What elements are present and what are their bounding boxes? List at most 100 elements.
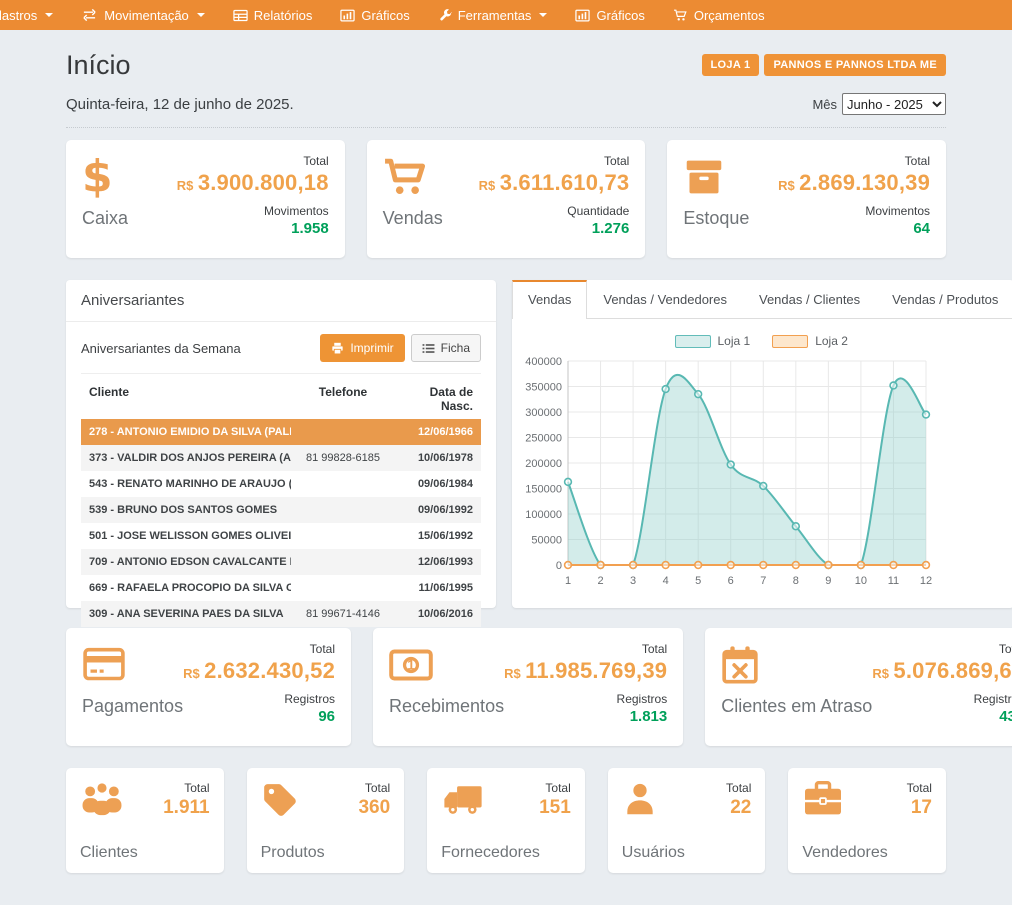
- total-label: Total: [778, 154, 930, 168]
- nav-orcamentos[interactable]: Orçamentos: [659, 0, 779, 30]
- client-birthdate: 09/06/1984: [395, 478, 473, 490]
- nav-orcamentos-label: Orçamentos: [694, 8, 765, 23]
- cart-icon: [673, 9, 688, 22]
- svg-text:400000: 400000: [525, 356, 562, 368]
- svg-text:5: 5: [695, 575, 701, 587]
- birthday-row[interactable]: 309 - ANA SEVERINA PAES DA SILVA 81 9967…: [81, 601, 481, 627]
- svg-text:8: 8: [793, 575, 799, 587]
- birthday-row[interactable]: 373 - VALDIR DOS ANJOS PEREIRA (AN... 81…: [81, 445, 481, 471]
- card-clientes: Total 1.911 Clientes: [66, 768, 224, 873]
- nav-cadastros[interactable]: Cadastros: [0, 0, 67, 30]
- nav-ferramentas[interactable]: Ferramentas: [424, 0, 562, 30]
- nav-graficos-1[interactable]: Gráficos: [326, 0, 423, 30]
- client-birthdate: 11/06/1995: [395, 582, 473, 594]
- birthday-row[interactable]: 669 - RAFAELA PROCOPIO DA SILVA CA... 11…: [81, 575, 481, 601]
- card-pagamentos-label: Pagamentos: [82, 696, 183, 717]
- loja-2-swatch: [772, 335, 808, 348]
- birthday-row[interactable]: 278 - ANTONIO EMIDIO DA SILVA (PALE... 1…: [81, 419, 481, 445]
- svg-text:50000: 50000: [531, 535, 562, 547]
- shopping-cart-icon: [383, 157, 429, 197]
- svg-text:250000: 250000: [525, 433, 562, 445]
- birthday-row[interactable]: 709 - ANTONIO EDSON CAVALCANTE D... 12/0…: [81, 549, 481, 575]
- card-fornecedores-label: Fornecedores: [441, 844, 571, 862]
- chart-legend: Loja 1 Loja 2: [520, 329, 1002, 353]
- produtos-total: 360: [358, 797, 390, 819]
- tab-vendas[interactable]: Vendas: [512, 280, 587, 319]
- page-title: Início: [66, 50, 131, 81]
- dollar-icon: $: [82, 156, 113, 198]
- legend-loja-2: Loja 2: [772, 334, 848, 348]
- card-clientes-atraso-label: Clientes em Atraso: [721, 696, 872, 717]
- total-label: Total: [183, 642, 335, 656]
- registros-label: Registros: [872, 692, 1012, 706]
- card-pagamentos: Pagamentos Total R$ 2.632.430,52 Registr…: [66, 628, 351, 746]
- card-recebimentos: 1 Recebimentos Total R$ 11.985.769,39 Re…: [373, 628, 683, 746]
- nav-relatorios[interactable]: Relatórios: [219, 0, 327, 30]
- client-name: 278 - ANTONIO EMIDIO DA SILVA (PALE...: [89, 426, 291, 438]
- nav-movimentacao[interactable]: Movimentação: [67, 0, 219, 30]
- client-phone: 81 99828-6185: [291, 452, 395, 464]
- pagamentos-count: 96: [183, 708, 335, 725]
- svg-text:200000: 200000: [525, 458, 562, 470]
- client-birthdate: 10/06/1978: [395, 452, 473, 464]
- recebimentos-count: 1.813: [504, 708, 667, 725]
- column-telefone: Telefone: [291, 385, 395, 413]
- vendas-total-value: R$ 3.611.610,73: [479, 170, 630, 196]
- wrench-icon: [438, 8, 452, 22]
- card-usuarios-label: Usuários: [622, 844, 752, 862]
- svg-text:0: 0: [556, 560, 562, 572]
- card-vendedores-label: Vendedores: [802, 844, 932, 862]
- total-label: Total: [504, 642, 667, 656]
- credit-card-icon: [82, 647, 126, 683]
- svg-text:1: 1: [407, 658, 415, 673]
- tab-vendas-vendedores[interactable]: Vendas / Vendedores: [587, 280, 743, 318]
- recebimentos-total-value: R$ 11.985.769,39: [504, 658, 667, 684]
- nav-ferramentas-label: Ferramentas: [458, 8, 532, 23]
- birthdays-panel-title: Aniversariantes: [66, 280, 496, 322]
- card-estoque: Estoque Total R$ 2.869.130,39 Movimentos…: [667, 140, 946, 258]
- nav-graficos-2[interactable]: Gráficos: [561, 0, 658, 30]
- client-birthdate: 15/06/1992: [395, 530, 473, 542]
- stock-box-icon: [683, 158, 725, 196]
- company-badge: PANNOS E PANNOS LTDA ME: [764, 54, 946, 76]
- card-recebimentos-label: Recebimentos: [389, 696, 504, 717]
- birthday-row[interactable]: 501 - JOSE WELISSON GOMES OLIVEIR... 15/…: [81, 523, 481, 549]
- tab-vendas-produtos[interactable]: Vendas / Produtos: [876, 280, 1012, 318]
- card-fornecedores: Total 151 Fornecedores: [427, 768, 585, 873]
- estoque-count: 64: [778, 220, 930, 237]
- print-button[interactable]: Imprimir: [320, 334, 404, 362]
- client-name: 501 - JOSE WELISSON GOMES OLIVEIR...: [89, 530, 291, 542]
- svg-text:11: 11: [888, 575, 899, 587]
- birthday-row[interactable]: 543 - RENATO MARINHO DE ARAUJO (F... 09/…: [81, 471, 481, 497]
- list-icon: [422, 343, 435, 354]
- nav-graficos-1-label: Gráficos: [361, 8, 409, 23]
- ficha-button[interactable]: Ficha: [411, 334, 481, 362]
- client-birthdate: 10/06/2016: [395, 608, 473, 620]
- birthdays-panel: Aniversariantes Aniversariantes da Seman…: [66, 280, 496, 608]
- birthday-row[interactable]: 539 - BRUNO DOS SANTOS GOMES 09/06/1992: [81, 497, 481, 523]
- svg-text:4: 4: [663, 575, 669, 587]
- truck-icon: [441, 781, 485, 817]
- tab-vendas-clientes[interactable]: Vendas / Clientes: [743, 280, 876, 318]
- card-caixa: $ Caixa Total R$ 3.900.800,18 Movimentos…: [66, 140, 345, 258]
- svg-text:12: 12: [920, 575, 932, 587]
- client-birthdate: 12/06/1966: [395, 426, 473, 438]
- card-vendas: Vendas Total R$ 3.611.610,73 Quantidade …: [367, 140, 646, 258]
- svg-text:100000: 100000: [525, 509, 562, 521]
- registros-label: Registros: [183, 692, 335, 706]
- month-select[interactable]: Junho - 2025: [842, 93, 946, 115]
- svg-text:3: 3: [630, 575, 636, 587]
- user-icon: [622, 781, 658, 819]
- nav-relatorios-label: Relatórios: [254, 8, 313, 23]
- sales-chart-panel: Vendas Vendas / Vendedores Vendas / Clie…: [512, 280, 1012, 608]
- card-caixa-label: Caixa: [82, 208, 128, 229]
- chart-tabs: Vendas Vendas / Vendedores Vendas / Clie…: [512, 280, 1012, 319]
- nav-movimentacao-label: Movimentação: [104, 8, 189, 23]
- birthdays-table: Cliente Telefone Data de Nasc. 278 - ANT…: [81, 378, 481, 627]
- svg-text:7: 7: [760, 575, 766, 587]
- client-name: 543 - RENATO MARINHO DE ARAUJO (F...: [89, 478, 291, 490]
- current-date: Quinta-feira, 12 de junho de 2025.: [66, 96, 294, 113]
- svg-text:150000: 150000: [525, 484, 562, 496]
- clientes-total: 1.911: [163, 797, 210, 819]
- column-cliente: Cliente: [89, 385, 291, 413]
